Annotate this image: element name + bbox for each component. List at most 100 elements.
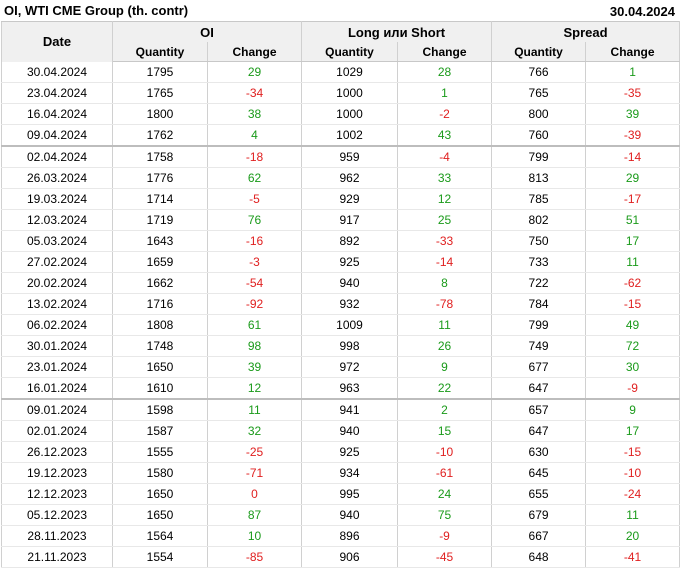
group-header-spread: Spread: [491, 21, 680, 42]
date-cell: 27.02.2024: [1, 251, 113, 273]
ls-quantity-cell: 963: [301, 377, 399, 400]
oi-quantity-cell: 1554: [112, 546, 208, 568]
oi-change-cell: 38: [206, 103, 303, 125]
table-row: 27.02.2024 1659 -3 925 -14 733 11: [1, 251, 680, 273]
table-row: 05.03.2024 1643 -16 892 -33 750 17: [1, 230, 680, 252]
date-cell: 09.01.2024: [1, 398, 113, 421]
spread-quantity-cell: 679: [491, 504, 587, 526]
oi-quantity-cell: 1748: [112, 335, 208, 357]
date-cell: 19.03.2024: [1, 188, 113, 210]
spread-change-cell: 30: [585, 356, 680, 378]
oi-change-cell: 29: [206, 61, 303, 83]
spread-change-cell: 11: [585, 504, 680, 526]
date-cell: 20.02.2024: [1, 272, 113, 294]
table-row: 28.11.2023 1564 10 896 -9 667 20: [1, 525, 680, 547]
spread-quantity-cell: 667: [491, 525, 587, 547]
date-cell: 30.01.2024: [1, 335, 113, 357]
ls-change-cell: 11: [397, 314, 493, 336]
oi-change-cell: 32: [206, 420, 303, 442]
oi-quantity-cell: 1598: [112, 398, 208, 421]
oi-quantity-cell: 1758: [112, 145, 208, 168]
table-row: 20.02.2024 1662 -54 940 8 722 -62: [1, 272, 680, 294]
ls-quantity-cell: 998: [301, 335, 399, 357]
ls-change-cell: -78: [397, 293, 493, 315]
spread-change-cell: 17: [585, 420, 680, 442]
date-cell: 26.12.2023: [1, 441, 113, 463]
spread-quantity-cell: 750: [491, 230, 587, 252]
spread-change-cell: 20: [585, 525, 680, 547]
oi-quantity-cell: 1650: [112, 356, 208, 378]
spread-change-cell: -9: [585, 377, 680, 400]
ls-quantity-cell: 925: [301, 251, 399, 273]
oi-change-cell: 11: [206, 398, 303, 421]
date-header: Date: [1, 21, 113, 62]
table-row: 12.12.2023 1650 0 995 24 655 -24: [1, 483, 680, 505]
spread-quantity-cell: 749: [491, 335, 587, 357]
oi-change-cell: -16: [206, 230, 303, 252]
table-row: 23.01.2024 1650 39 972 9 677 30: [1, 356, 680, 378]
oi-change-cell: -5: [206, 188, 303, 210]
date-cell: 19.12.2023: [1, 462, 113, 484]
date-cell: 23.04.2024: [1, 82, 113, 104]
ls-change-cell: -14: [397, 251, 493, 273]
table-row: 26.12.2023 1555 -25 925 -10 630 -15: [1, 441, 680, 463]
oi-change-cell: 4: [206, 124, 303, 147]
oi-change-cell: 39: [206, 356, 303, 378]
oi-change-cell: -34: [206, 82, 303, 104]
spread-quantity-cell: 760: [491, 124, 587, 147]
date-cell: 16.01.2024: [1, 377, 113, 400]
table-row: 21.11.2023 1554 -85 906 -45 648 -41: [1, 546, 680, 568]
ls-quantity-cell: 1000: [301, 103, 399, 125]
spread-change-cell: -14: [585, 145, 680, 168]
ls-quantity-cell: 1009: [301, 314, 399, 336]
spread-quantity-cell: 722: [491, 272, 587, 294]
oi-change-cell: 98: [206, 335, 303, 357]
spread-change-cell: -39: [585, 124, 680, 147]
ls-quantity-cell: 892: [301, 230, 399, 252]
oi-change-cell: -71: [206, 462, 303, 484]
table-row: 09.04.2024 1762 4 1002 43 760 -39: [1, 124, 680, 147]
oi-quantity-cell: 1610: [112, 377, 208, 400]
subheader-ls-quantity: Quantity: [301, 42, 399, 62]
oi-quantity-cell: 1714: [112, 188, 208, 210]
spread-quantity-cell: 765: [491, 82, 587, 104]
ls-quantity-cell: 896: [301, 525, 399, 547]
ls-quantity-cell: 929: [301, 188, 399, 210]
ls-quantity-cell: 995: [301, 483, 399, 505]
spread-quantity-cell: 630: [491, 441, 587, 463]
oi-change-cell: 61: [206, 314, 303, 336]
table-body: 30.04.2024 1795 29 1029 28 766 1 23.04.2024 1765…: [1, 61, 680, 568]
spread-change-cell: -24: [585, 483, 680, 505]
ls-change-cell: 33: [397, 167, 493, 189]
table-row: 02.01.2024 1587 32 940 15 647 17: [1, 420, 680, 442]
date-cell: 30.04.2024: [1, 61, 113, 83]
report-date: 30.04.2024: [609, 4, 675, 19]
table-row: 16.01.2024 1610 12 963 22 647 -9: [1, 377, 680, 400]
table-row: 09.01.2024 1598 11 941 2 657 9: [1, 398, 680, 421]
spread-quantity-cell: 647: [491, 377, 587, 400]
spread-change-cell: 11: [585, 251, 680, 273]
ls-change-cell: -45: [397, 546, 493, 568]
spread-change-cell: -17: [585, 188, 680, 210]
spread-quantity-cell: 648: [491, 546, 587, 568]
spread-quantity-cell: 766: [491, 61, 587, 83]
date-cell: 21.11.2023: [1, 546, 113, 568]
ls-change-cell: 25: [397, 209, 493, 231]
spread-quantity-cell: 813: [491, 167, 587, 189]
group-header-long-short: Long или Short: [301, 21, 493, 42]
table-row: 16.04.2024 1800 38 1000 -2 800 39: [1, 103, 680, 125]
spread-change-cell: 1: [585, 61, 680, 83]
oi-change-cell: -18: [206, 145, 303, 168]
spread-quantity-cell: 645: [491, 462, 587, 484]
ls-change-cell: -2: [397, 103, 493, 125]
ls-change-cell: -10: [397, 441, 493, 463]
spread-quantity-cell: 655: [491, 483, 587, 505]
oi-quantity-cell: 1650: [112, 504, 208, 526]
ls-quantity-cell: 940: [301, 272, 399, 294]
oi-quantity-cell: 1716: [112, 293, 208, 315]
ls-quantity-cell: 1029: [301, 61, 399, 83]
spread-change-cell: 9: [585, 398, 680, 421]
ls-change-cell: 24: [397, 483, 493, 505]
ls-change-cell: 15: [397, 420, 493, 442]
table-row: 23.04.2024 1765 -34 1000 1 765 -35: [1, 82, 680, 104]
